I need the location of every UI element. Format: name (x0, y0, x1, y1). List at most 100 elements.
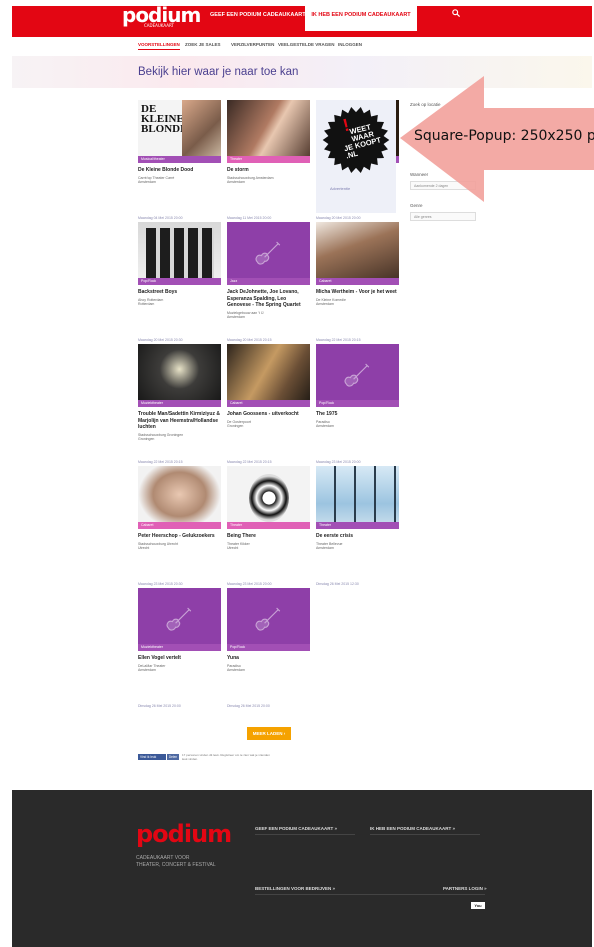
event-image[interactable]: Muziektheater (138, 344, 221, 407)
footer-col-give[interactable]: GEEF EEN PODIUM CADEAUKAART » (255, 826, 337, 831)
event-category-badge: Pop/Rock (227, 644, 310, 651)
event-venue: DeLaMar Theater Amsterdam (138, 663, 166, 673)
footer-divider (255, 894, 485, 895)
nav-have-card[interactable]: IK HEB EEN PODIUM CADEAUKAART (305, 0, 417, 31)
event-date: Maandag 11 Mei 2015 20:00 (227, 216, 272, 220)
event-card[interactable]: Theater Being There Theater Kikker Utrecht… (227, 466, 310, 586)
event-venue: Theater Kikker Utrecht (227, 541, 250, 551)
logo-sub: CADEAUKAART (144, 23, 174, 28)
subnav-item-voorstellingen[interactable]: VOORSTELLINGEN (138, 42, 180, 50)
facebook-like-button[interactable]: Vind ik leuk (138, 754, 166, 760)
event-image[interactable]: Muziektheater (138, 588, 221, 651)
event-category-badge: Pop/Rock (316, 400, 399, 407)
event-card[interactable]: Pop/Rock The 1975 Paradiso Amsterdam Maanda… (316, 344, 399, 464)
event-card[interactable]: Cabaret Micha Wertheim - Voor je het weet… (316, 222, 399, 342)
event-title[interactable]: Yuna (227, 655, 310, 662)
load-more-button[interactable]: MEER LADEN › (247, 727, 291, 740)
event-card[interactable]: Muziektheater Ellen Vogel vertelt DeLaMar … (138, 588, 221, 708)
event-title[interactable]: Ellen Vogel vertelt (138, 655, 221, 662)
subnav-item-zoek[interactable]: ZOEK JE SALES (185, 42, 221, 47)
event-title[interactable]: Backstreet Boys (138, 289, 221, 296)
logo[interactable]: podium CADEAUKAART (122, 3, 201, 28)
event-image[interactable]: Theater (227, 100, 310, 163)
event-venue: Stadsschouwburg Amsterdam Amsterdam (227, 175, 274, 185)
event-date: Dinsdag 26 Mei 2015 20:00 (138, 704, 181, 708)
event-card[interactable]: DE KLEINE BLONDE Musical/theater De Kleine B… (138, 100, 221, 220)
event-image[interactable]: Pop/Rock (138, 222, 221, 285)
event-card[interactable]: Cabaret Johan Goossens - uitverkocht De Oo… (227, 344, 310, 464)
event-card[interactable]: Pop/Rock Yuna Paradiso Amsterdam Dinsdag 26… (227, 588, 310, 708)
event-date: Maandag 23 Mei 2015 20:00 (316, 460, 361, 464)
event-date: Maandag 20 Mei 2015 20:15 (227, 338, 272, 342)
event-card[interactable]: Cabaret Peter Heerschop - Gelukzoekers Sta… (138, 466, 221, 586)
event-image[interactable]: Pop/Rock (316, 344, 399, 407)
footer (12, 790, 592, 947)
event-card[interactable]: Muziektheater Trouble Man/Sadettin Kirmiz… (138, 344, 221, 464)
event-venue: Paradiso Amsterdam (227, 663, 245, 673)
event-category-badge: Cabaret (316, 278, 399, 285)
footer-tagline: CADEAUKAART VOOR THEATER, CONCERT & FEST… (136, 855, 216, 868)
event-title[interactable]: Micha Wertheim - Voor je het weet (316, 289, 399, 296)
event-title[interactable]: De Kleine Blonde Dood (138, 167, 221, 174)
filter-genre-select[interactable]: Alle genres (410, 212, 476, 221)
event-title[interactable]: De eerste crisis (316, 533, 399, 540)
event-image[interactable]: DE KLEINE BLONDE Musical/theater (138, 100, 221, 163)
event-category-badge: Cabaret (227, 400, 310, 407)
top-bar (12, 6, 592, 37)
popup-caption: Advertentie (330, 186, 351, 191)
event-category-badge: Theater (316, 522, 399, 529)
event-card[interactable]: Theater De storm Stadsschouwburg Amsterdam… (227, 100, 310, 220)
event-image[interactable]: Jazz (227, 222, 310, 285)
youtube-icon[interactable]: You (471, 902, 485, 909)
footer-col-business[interactable]: BESTELLINGEN VOOR BEDRIJVEN » (255, 886, 335, 891)
event-image[interactable]: Cabaret (138, 466, 221, 529)
footer-tagline-2: THEATER, CONCERT & FESTIVAL (136, 861, 216, 868)
search-icon[interactable] (452, 9, 461, 19)
event-category-badge: Muziektheater (138, 644, 221, 651)
event-category-badge: Pop/Rock (138, 278, 221, 285)
event-card[interactable]: Pop/Rock Backstreet Boys Ahoy Rotterdam Ro… (138, 222, 221, 342)
event-venue: Stadsschouwburg Utrecht Utrecht (138, 541, 179, 551)
event-date: Maandag 22 Mei 2015 20:15 (227, 460, 272, 464)
event-image[interactable]: Cabaret (316, 222, 399, 285)
event-card[interactable]: Jazz Jack DeJohnette, Joe Lovano, Esperan… (227, 222, 310, 342)
footer-col-have[interactable]: IK HEB EEN PODIUM CADEAUKAART » (370, 826, 455, 831)
event-venue: Stadsschouwburg Groningen Groningen (138, 432, 184, 442)
facebook-share-button[interactable]: Delen (167, 754, 179, 760)
event-title[interactable]: Johan Goossens - uitverkocht (227, 411, 310, 418)
event-image[interactable]: Pop/Rock (227, 588, 310, 651)
event-date: Maandag 04 Mei 2015 20:00 (138, 216, 183, 220)
subnav-item-login[interactable]: INLOGGEN (338, 42, 362, 47)
event-category-badge: Muziektheater (138, 400, 221, 407)
event-venue: Theater Bellevue Amsterdam (316, 541, 343, 551)
event-title[interactable]: Jack DeJohnette, Joe Lovano, Esperanza S… (227, 289, 310, 309)
event-date: Dinsdag 26 Mei 2015 20:00 (227, 704, 270, 708)
event-date: Maandag 22 Mei 2015 20:15 (316, 338, 361, 342)
subnav-item-faq[interactable]: VEELGESTELDE VRAGEN (278, 42, 335, 47)
annotation-text: Square-Popup: 250x250 px (414, 128, 594, 144)
subnav-item-verzilverpunten[interactable]: VERZILVERPUNTEN (231, 42, 274, 47)
event-image[interactable]: Theater (227, 466, 310, 529)
event-venue: De Kleine Komedie Amsterdam (316, 297, 346, 307)
event-card[interactable]: Theater De eerste crisis Theater Bellevue … (316, 466, 399, 586)
event-title[interactable]: De storm (227, 167, 310, 174)
nav-give-card[interactable]: GEEF EEN PODIUM CADEAUKAART (210, 12, 306, 18)
footer-logo[interactable]: podium (136, 820, 232, 848)
guitar-icon (340, 360, 372, 392)
event-title[interactable]: Peter Heerschop - Gelukzoekers (138, 533, 221, 540)
event-title[interactable]: The 1975 (316, 411, 399, 418)
event-date: Maandag 23 Mei 2015 20:00 (227, 582, 272, 586)
event-image[interactable]: Cabaret (227, 344, 310, 407)
footer-col-partners[interactable]: PARTNERS LOGIN » (443, 886, 487, 891)
event-image[interactable]: Theater (316, 466, 399, 529)
guitar-icon (251, 604, 283, 636)
nav-have-card-label: IK HEB EEN PODIUM CADEAUKAART (311, 12, 411, 18)
event-date: Maandag 23 Mei 2015 20:30 (138, 582, 183, 586)
event-date: Maandag 20 Mei 2015 20:30 (138, 338, 183, 342)
weet-waar-je-koopt-badge[interactable]: ! WEET WAAR JE KOOPT .NL (322, 106, 390, 174)
event-title[interactable]: Trouble Man/Sadettin Kirmiziyuz & Marjol… (138, 411, 221, 431)
event-category-badge: Theater (227, 156, 310, 163)
event-venue: Ahoy Rotterdam Rotterdam (138, 297, 164, 307)
event-category-badge: Jazz (227, 278, 310, 285)
event-title[interactable]: Being There (227, 533, 310, 540)
